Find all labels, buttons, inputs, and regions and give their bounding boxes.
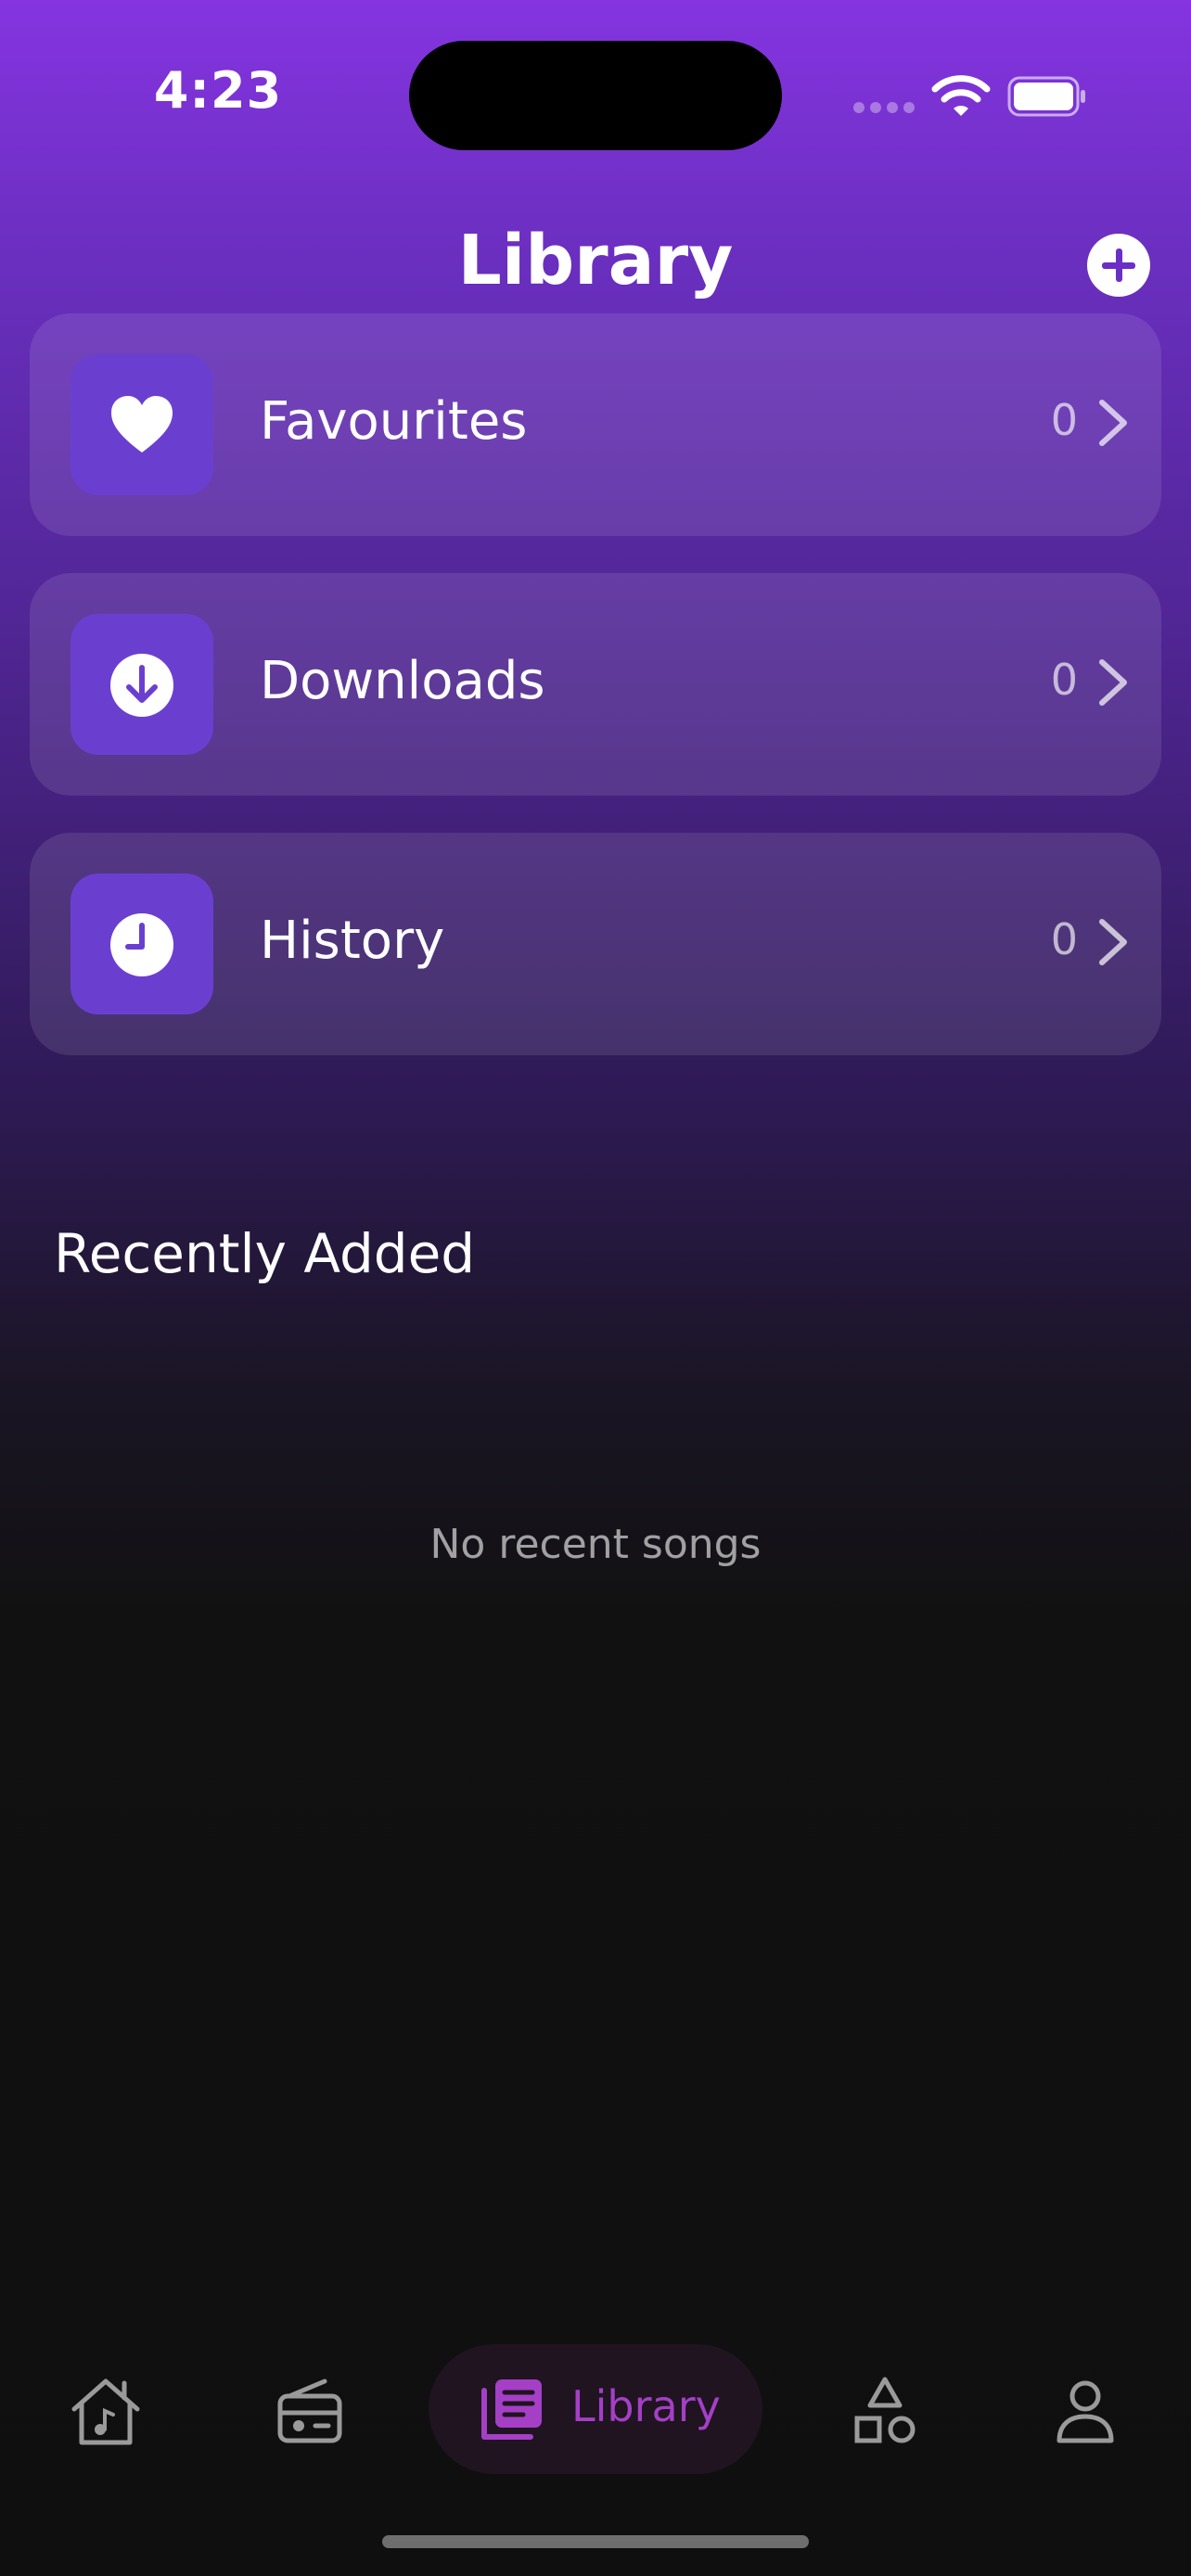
chevron-right-icon — [1099, 400, 1127, 446]
downloads-icon-tile — [70, 614, 213, 755]
dynamic-island — [409, 41, 782, 150]
heart-icon — [111, 396, 173, 453]
history-icon-tile — [70, 874, 213, 1014]
page-title: Library — [457, 221, 734, 300]
recently-added-heading: Recently Added — [54, 1222, 476, 1285]
library-icon — [481, 2379, 542, 2440]
nav-profile[interactable] — [1048, 2374, 1122, 2448]
favourites-icon-tile — [70, 354, 213, 495]
battery-icon — [1007, 76, 1087, 117]
add-playlist-button[interactable] — [1087, 234, 1150, 297]
row-count: 0 — [1050, 914, 1078, 964]
cellular-signal-icon — [853, 102, 915, 115]
row-count: 0 — [1050, 395, 1078, 445]
nav-radio[interactable] — [273, 2374, 347, 2448]
status-time: 4:23 — [153, 61, 283, 120]
radio-icon — [277, 2378, 342, 2443]
profile-icon — [1057, 2380, 1114, 2443]
clock-icon — [110, 913, 173, 976]
library-row-downloads[interactable]: Downloads 0 — [30, 573, 1161, 796]
nav-library[interactable]: Library — [429, 2344, 762, 2474]
chevron-right-icon — [1099, 919, 1127, 965]
nav-browse[interactable] — [848, 2374, 922, 2448]
library-row-favourites[interactable]: Favourites 0 — [30, 313, 1161, 536]
library-row-history[interactable]: History 0 — [30, 833, 1161, 1055]
row-label: History — [260, 911, 445, 971]
nav-home[interactable] — [69, 2374, 143, 2448]
home-music-icon — [71, 2378, 140, 2445]
home-indicator — [382, 2535, 809, 2548]
nav-library-label: Library — [571, 2381, 721, 2431]
download-icon — [110, 654, 173, 717]
chevron-right-icon — [1099, 659, 1127, 706]
empty-state-text: No recent songs — [429, 1521, 762, 1568]
shapes-icon — [854, 2377, 916, 2443]
row-label: Downloads — [260, 651, 545, 711]
row-label: Favourites — [260, 391, 528, 452]
wifi-icon — [931, 72, 991, 119]
row-count: 0 — [1050, 655, 1078, 705]
